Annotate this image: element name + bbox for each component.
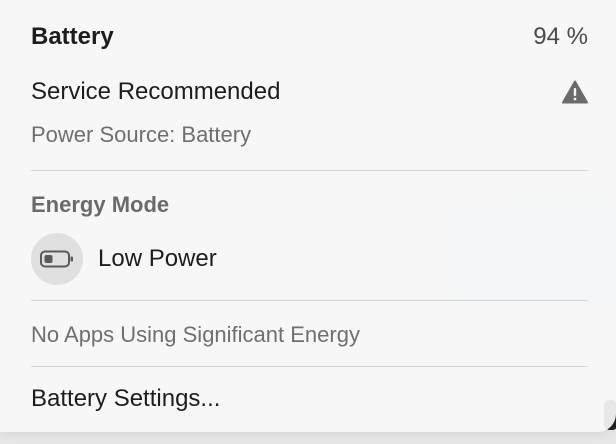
battery-percentage: 94 % (533, 23, 588, 50)
battery-menu: Battery 94 % Service Recommended Power S… (0, 0, 616, 432)
low-power-label: Low Power (98, 245, 217, 272)
low-power-toggle[interactable]: Low Power (31, 233, 217, 285)
service-recommended-row[interactable]: Service Recommended (31, 75, 588, 109)
warning-triangle-icon (562, 80, 588, 104)
battery-icon (31, 233, 83, 285)
power-source-label: Power Source: Battery (31, 122, 252, 147)
battery-settings-label: Battery Settings... (31, 385, 221, 412)
battery-header: Battery 94 % (31, 20, 588, 54)
service-recommended-label: Service Recommended (31, 78, 281, 105)
divider (31, 366, 588, 367)
power-source-row: Power Source: Battery (31, 118, 588, 152)
divider (31, 170, 588, 171)
battery-title: Battery (31, 23, 114, 50)
energy-mode-heading: Energy Mode (31, 188, 588, 222)
battery-settings-item[interactable]: Battery Settings... (31, 382, 588, 416)
apps-status-label: No Apps Using Significant Energy (31, 322, 360, 347)
energy-mode-label: Energy Mode (31, 192, 170, 217)
divider (31, 300, 588, 301)
apps-status-row: No Apps Using Significant Energy (31, 318, 588, 352)
